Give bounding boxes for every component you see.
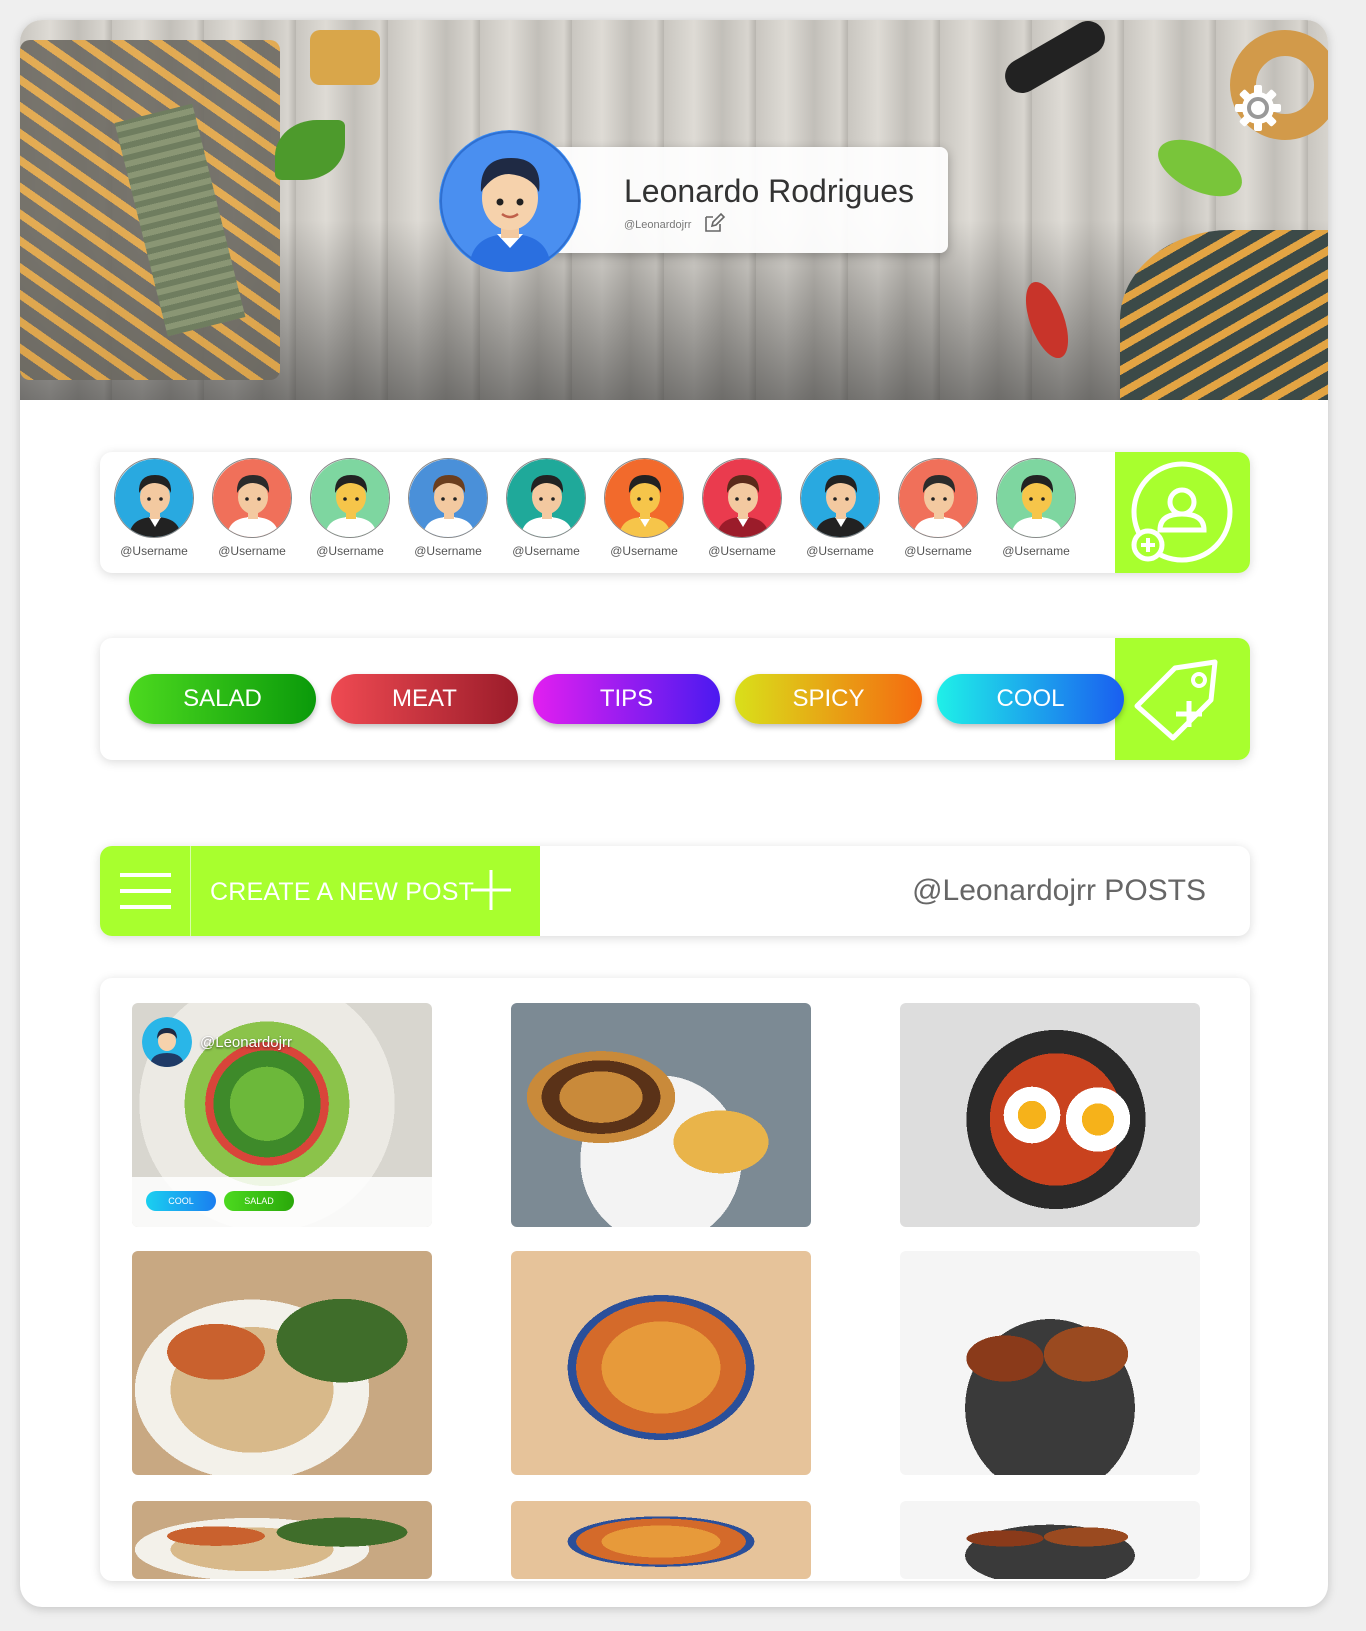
post-lasagna[interactable] <box>511 1501 811 1579</box>
friend-avatar <box>800 458 880 538</box>
friend-item[interactable]: @Username <box>795 458 885 558</box>
post-lasagna[interactable] <box>511 1251 811 1475</box>
friend-item[interactable]: @Username <box>109 458 199 558</box>
gear-icon[interactable] <box>1232 82 1284 134</box>
friend-avatar <box>408 458 488 538</box>
post-wings[interactable] <box>900 1501 1200 1579</box>
posts-toolbar: CREATE A NEW POST @Leonardojrr POSTS <box>100 846 1250 936</box>
friend-avatar <box>310 458 390 538</box>
friend-username: @Username <box>610 544 678 558</box>
food-decoration <box>310 30 380 85</box>
friend-username: @Username <box>218 544 286 558</box>
pepper-decoration <box>1149 128 1251 208</box>
friend-username: @Username <box>120 544 188 558</box>
friend-username: @Username <box>414 544 482 558</box>
red-pepper-decoration <box>1017 276 1077 364</box>
post-author-handle: @Leonardojrr <box>200 1033 292 1051</box>
tag-salad[interactable]: SALAD <box>129 674 316 724</box>
post-tags: COOL SALAD <box>132 1177 432 1227</box>
plus-icon <box>471 870 511 910</box>
add-tag-button[interactable] <box>1115 638 1250 760</box>
tag-spicy[interactable]: SPICY <box>735 674 922 724</box>
add-friend-button[interactable] <box>1115 452 1250 573</box>
posts-title: @Leonardojrr POSTS <box>912 874 1206 907</box>
friend-item[interactable]: @Username <box>207 458 297 558</box>
profile-avatar[interactable] <box>439 130 581 272</box>
profile-card: Leonardo Rodrigues @Leonardojrr @Usernam… <box>20 20 1328 1607</box>
post-burger[interactable] <box>511 1003 811 1227</box>
add-tag-icon <box>1134 659 1218 741</box>
friends-panel: @Username @Username @Username @Username @Use… <box>100 452 1250 573</box>
friend-item[interactable]: @Username <box>305 458 395 558</box>
profile-info-box: Leonardo Rodrigues @Leonardojrr <box>550 147 948 253</box>
friend-item[interactable]: @Username <box>599 458 689 558</box>
friend-item[interactable]: @Username <box>403 458 493 558</box>
friend-item[interactable]: @Username <box>991 458 1081 558</box>
herb-decoration <box>275 120 345 180</box>
friend-avatar <box>996 458 1076 538</box>
menu-button[interactable] <box>100 846 190 936</box>
post-chicken-rice[interactable] <box>132 1251 432 1475</box>
post-wings[interactable] <box>900 1251 1200 1475</box>
tag-tips[interactable]: TIPS <box>533 674 720 724</box>
friend-avatar <box>702 458 782 538</box>
post-author[interactable]: @Leonardojrr <box>142 1017 292 1067</box>
friend-username: @Username <box>708 544 776 558</box>
create-post-label: CREATE A NEW POST <box>210 878 475 906</box>
post-author-avatar <box>142 1017 192 1067</box>
fries-bowl-decoration <box>1120 230 1328 400</box>
posts-grid: @Leonardojrr COOL SALAD <box>100 978 1250 1581</box>
create-post-button[interactable]: CREATE A NEW POST <box>190 846 540 936</box>
tag-meat[interactable]: MEAT <box>331 674 518 724</box>
post-tag[interactable]: SALAD <box>224 1191 294 1211</box>
post-chicken-rice[interactable] <box>132 1501 432 1579</box>
tags-panel: SALAD MEAT TIPS SPICY COOL <box>100 638 1250 760</box>
post-eggs[interactable] <box>900 1003 1200 1227</box>
edit-icon[interactable] <box>702 211 726 235</box>
friend-item[interactable]: @Username <box>501 458 591 558</box>
friend-avatar <box>212 458 292 538</box>
friend-username: @Username <box>1002 544 1070 558</box>
friend-username: @Username <box>904 544 972 558</box>
friend-avatar <box>114 458 194 538</box>
post-salad[interactable]: @Leonardojrr COOL SALAD <box>132 1003 432 1227</box>
hamburger-menu-icon <box>120 873 171 909</box>
add-user-icon <box>1131 461 1233 563</box>
profile-name: Leonardo Rodrigues <box>624 173 914 209</box>
friend-item[interactable]: @Username <box>697 458 787 558</box>
friend-item[interactable]: @Username <box>893 458 983 558</box>
tag-cool[interactable]: COOL <box>937 674 1124 724</box>
pan-decoration <box>998 20 1112 100</box>
friend-avatar <box>604 458 684 538</box>
post-tag[interactable]: COOL <box>146 1191 216 1211</box>
friend-avatar <box>898 458 978 538</box>
profile-handle: @Leonardojrr <box>624 219 692 231</box>
friend-avatar <box>506 458 586 538</box>
friend-username: @Username <box>806 544 874 558</box>
friend-username: @Username <box>512 544 580 558</box>
friend-username: @Username <box>316 544 384 558</box>
